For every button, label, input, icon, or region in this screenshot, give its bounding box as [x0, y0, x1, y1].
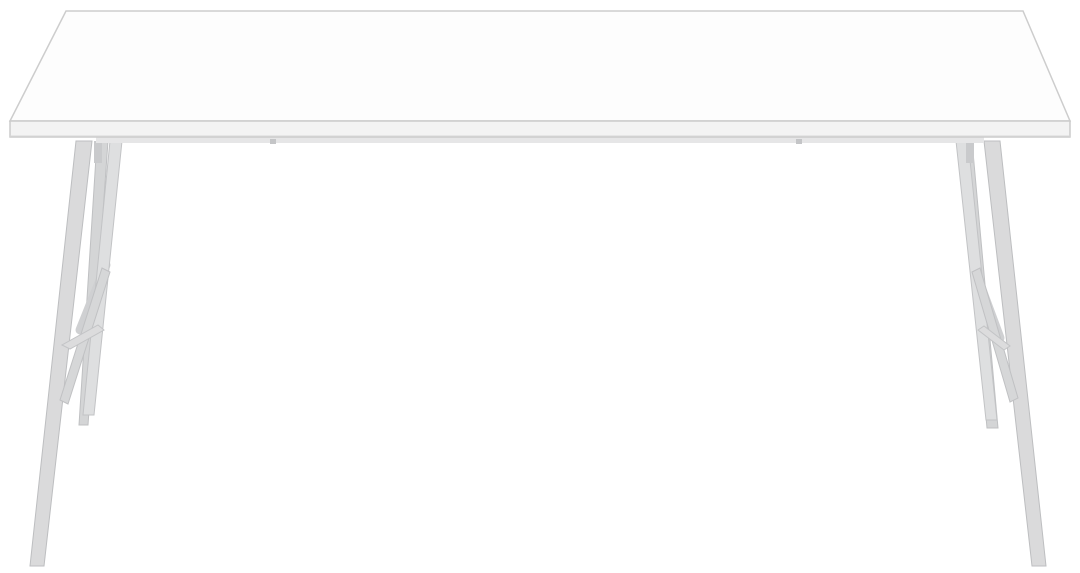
product-photo: [0, 0, 1080, 573]
apron: [96, 137, 984, 144]
front-right-leg: [955, 140, 1047, 567]
tabletop: [8, 10, 1072, 138]
front-left-leg: [29, 140, 123, 567]
table-illustration: [8, 10, 1072, 567]
